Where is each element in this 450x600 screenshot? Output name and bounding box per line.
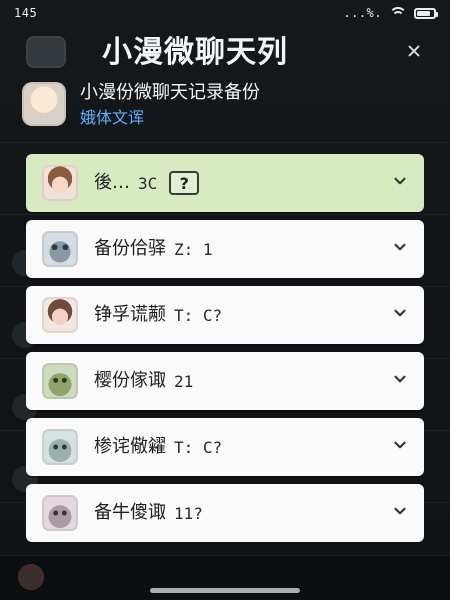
chat-item-meta: 11? [174, 503, 203, 523]
chat-item-label: 铮孚谎颟 [94, 304, 166, 325]
chevron-down-icon [391, 436, 409, 458]
avatar [42, 297, 78, 333]
chevron-down-icon [391, 370, 409, 392]
expand-button[interactable] [388, 435, 412, 459]
backup-title: 小漫份微聊天记录备份 [80, 82, 260, 103]
help-icon: ? [179, 173, 189, 193]
backup-row: 小漫份微聊天记录备份 娥体文诨 [22, 80, 428, 132]
status-bar: 145 ...%. [0, 0, 450, 26]
status-time: 145 [14, 6, 38, 20]
chat-item-meta: 3C [138, 173, 158, 193]
chevron-down-icon [391, 502, 409, 524]
page-title: 小漫微聊天列 [102, 35, 288, 70]
chat-item-label: 樱份傢诹 [94, 370, 166, 391]
home-indicator[interactable] [150, 588, 300, 593]
chat-item-label: 备份佮驿 [94, 238, 166, 259]
chat-item-2[interactable]: 备份佮驿 Z: 1 [26, 220, 424, 278]
battery-icon [414, 7, 438, 19]
status-right: ...%. [343, 6, 438, 20]
chat-backup-overlay: 小漫微聊天列 小漫份微聊天记录备份 娥体文诨 後… 3C ? 备份佮驿 Z: 1… [0, 0, 450, 600]
wifi-icon [390, 7, 406, 19]
chat-item-label: 後… [94, 172, 130, 193]
backup-link[interactable]: 娥体文诨 [80, 107, 144, 129]
battery-level [417, 10, 430, 16]
chevron-down-icon [391, 238, 409, 260]
chevron-down-icon [391, 172, 409, 194]
close-icon [405, 42, 423, 64]
avatar [42, 165, 78, 201]
expand-button[interactable] [388, 501, 412, 525]
chat-item-meta: Z: 1 [174, 239, 213, 259]
expand-button[interactable] [388, 369, 412, 393]
chat-item-4[interactable]: 樱份傢诹 21 [26, 352, 424, 410]
chat-item-3[interactable]: 铮孚谎颟 T: C? [26, 286, 424, 344]
avatar [42, 495, 78, 531]
chevron-down-icon [391, 304, 409, 326]
chat-item-meta: T: C? [174, 437, 223, 457]
close-button[interactable] [400, 39, 428, 67]
chat-item-5[interactable]: 椮诧儆糴 T: C? [26, 418, 424, 476]
help-button[interactable]: ? [169, 171, 200, 195]
expand-button[interactable] [388, 237, 412, 261]
avatar [42, 429, 78, 465]
chat-item-meta: 21 [174, 371, 194, 391]
status-extra: ...%. [343, 6, 382, 20]
expand-button[interactable] [388, 303, 412, 327]
title-row: 小漫微聊天列 [0, 30, 450, 76]
chat-item-label: 备牛傻诹 [94, 502, 166, 523]
avatar [42, 363, 78, 399]
chat-item-label: 椮诧儆糴 [94, 436, 166, 457]
chat-item-meta: T: C? [174, 305, 223, 325]
chat-list: 後… 3C ? 备份佮驿 Z: 1 铮孚谎颟 T: C? 樱份傢诹 21 椮诧儆… [26, 154, 424, 550]
chat-item-1[interactable]: 後… 3C ? [26, 154, 424, 212]
avatar [42, 231, 78, 267]
header-avatar [26, 36, 66, 68]
backup-avatar [22, 82, 66, 126]
chat-item-6[interactable]: 备牛傻诹 11? [26, 484, 424, 542]
expand-button[interactable] [388, 171, 412, 195]
